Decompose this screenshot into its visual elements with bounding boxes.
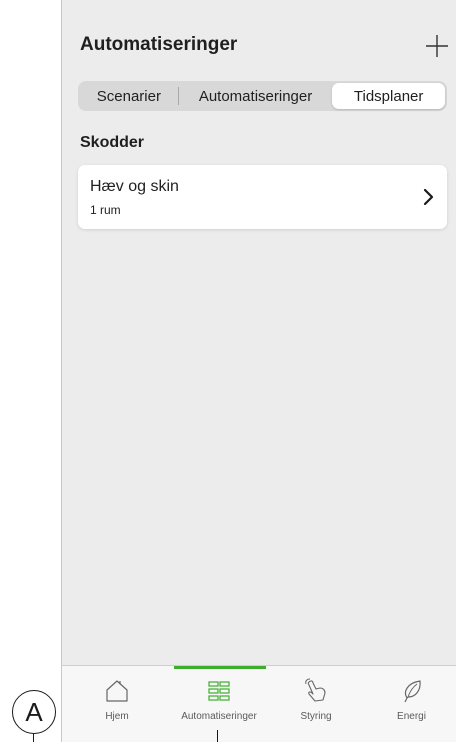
add-button[interactable] [425, 34, 449, 58]
section-title: Skodder [80, 134, 145, 151]
header: Automatiseringer [62, 0, 456, 70]
tab-hjem[interactable]: Hjem [62, 666, 172, 742]
schedule-card[interactable]: Hæv og skin 1 rum [78, 165, 447, 229]
segment-tidsplaner[interactable]: Tidsplaner [332, 83, 445, 109]
callout-leader-line [33, 733, 34, 742]
tab-label-hjem: Hjem [105, 711, 129, 722]
callout-leader-line [217, 730, 218, 742]
segmented-control: Scenarier Automatiseringer Tidsplaner [78, 81, 447, 111]
tab-styring[interactable]: Styring [266, 666, 366, 742]
page-title: Automatiseringer [80, 34, 238, 55]
tab-label-styring: Styring [300, 711, 332, 722]
bottom-tab-bar: Hjem Automatiseringer Styring Energi [62, 665, 456, 742]
tab-energi[interactable]: Energi [366, 666, 456, 742]
tab-label-energi: Energi [397, 711, 426, 722]
home-icon [106, 680, 128, 702]
plus-icon [426, 35, 448, 57]
app-screen: Automatiseringer Scenarier Automatiserin… [61, 0, 456, 742]
tab-label-automatiseringer: Automatiseringer [181, 711, 257, 722]
grid-icon [208, 681, 230, 701]
segment-scenarier[interactable]: Scenarier [80, 83, 178, 109]
chevron-right-icon [423, 188, 434, 206]
segment-automatiseringer[interactable]: Automatiseringer [179, 83, 333, 109]
callout-marker: A [12, 690, 56, 734]
schedule-subtitle: 1 rum [90, 203, 121, 217]
schedule-title: Hæv og skin [90, 178, 179, 195]
hand-icon [305, 678, 326, 702]
leaf-icon [403, 680, 421, 703]
tab-automatiseringer[interactable]: Automatiseringer [172, 666, 266, 742]
